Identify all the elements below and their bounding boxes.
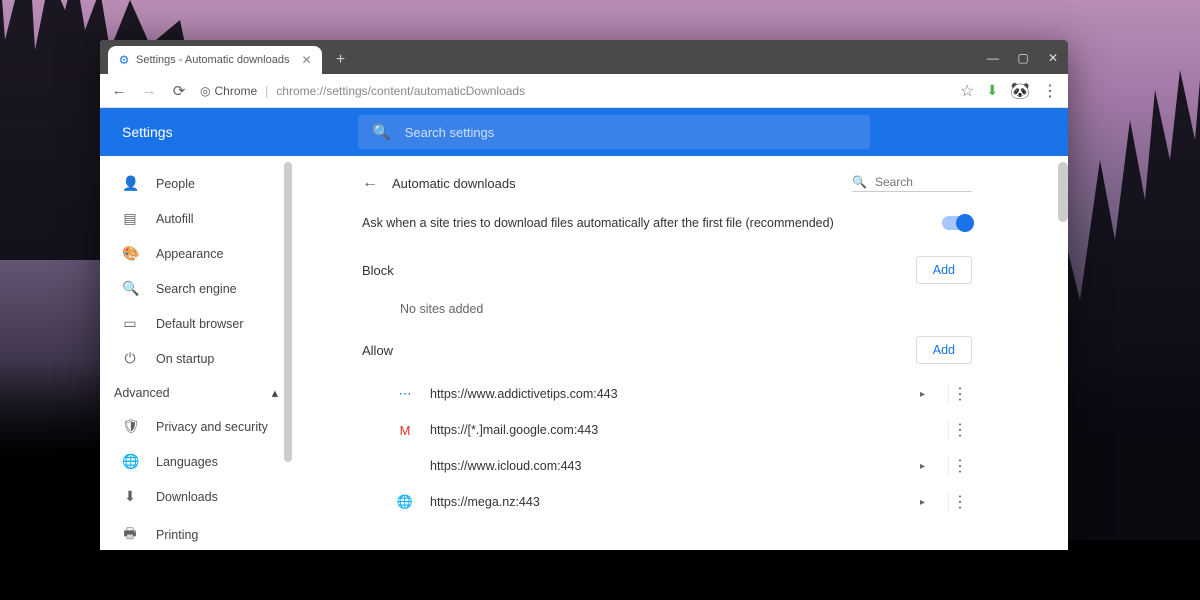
sidebar-item-label: People <box>156 177 195 191</box>
url-field[interactable]: ◎ Chrome | chrome://settings/content/aut… <box>200 84 948 98</box>
sidebar-item-appearance[interactable]: 🎨 Appearance <box>100 236 292 271</box>
close-tab-icon[interactable]: ✕ <box>301 53 311 67</box>
site-menu-icon[interactable]: ⋮ <box>948 420 972 440</box>
new-tab-button[interactable]: + <box>330 49 352 71</box>
chevron-right-icon[interactable]: ▸ <box>920 497 940 508</box>
maximize-button[interactable]: ▢ <box>1008 45 1038 71</box>
minimize-button[interactable]: ― <box>978 45 1008 71</box>
sidebar-item-label: Languages <box>156 455 218 469</box>
site-url: https://mega.nz:443 <box>430 495 920 509</box>
block-section-label: Block <box>362 263 394 278</box>
chevron-right-icon[interactable]: ▸ <box>920 389 940 400</box>
url-separator: | <box>265 84 268 98</box>
sidebar-item-downloads[interactable]: ⬇ Downloads <box>100 479 292 514</box>
allow-site-row: M https://[*.]mail.google.com:443 ⋮ <box>362 412 972 448</box>
content-area: ← Automatic downloads 🔍 Ask when a site … <box>292 156 1068 550</box>
shield-icon: 🛡 <box>122 418 138 435</box>
sidebar-item-label: On startup <box>156 352 214 366</box>
sidebar-advanced-toggle[interactable]: Advanced ▴ <box>100 376 292 409</box>
download-indicator-icon[interactable]: ⬇ <box>986 82 998 99</box>
settings-search[interactable]: 🔍 <box>358 115 870 149</box>
browser-icon: ▭ <box>122 315 138 332</box>
sidebar-item-label: Autofill <box>156 212 194 226</box>
search-icon: 🔍 <box>852 175 867 189</box>
sidebar-item-label: Default browser <box>156 317 244 331</box>
globe-icon: 🌐 <box>396 494 414 510</box>
site-dots-icon: ⋯ <box>396 386 414 402</box>
page-title: Automatic downloads <box>392 176 838 191</box>
content-scrollbar[interactable] <box>1058 162 1068 222</box>
allow-section-label: Allow <box>362 343 393 358</box>
settings-search-input[interactable] <box>405 125 856 140</box>
settings-header: Settings 🔍 <box>100 108 1068 156</box>
block-empty-message: No sites added <box>362 296 972 336</box>
window-controls: ― ▢ ✕ <box>978 45 1068 71</box>
back-arrow-icon[interactable]: ← <box>362 174 378 192</box>
gmail-icon: M <box>396 423 414 438</box>
sidebar-item-on-startup[interactable]: ⏻ On startup <box>100 341 292 376</box>
site-menu-icon[interactable]: ⋮ <box>948 456 972 476</box>
content-search[interactable]: 🔍 <box>852 175 972 192</box>
allow-site-row: ⋯ https://www.addictivetips.com:443 ▸ ⋮ <box>362 376 972 412</box>
sidebar-item-label: Privacy and security <box>156 420 268 434</box>
ask-toggle[interactable] <box>942 216 972 230</box>
advanced-label: Advanced <box>114 386 170 400</box>
bookmark-star-icon[interactable]: ☆ <box>960 81 974 101</box>
reload-button[interactable]: ⟳ <box>170 82 188 100</box>
close-window-button[interactable]: ✕ <box>1038 45 1068 71</box>
block-add-button[interactable]: Add <box>916 256 972 284</box>
search-icon: 🔍 <box>372 123 391 141</box>
sidebar-scrollbar[interactable] <box>284 162 292 462</box>
address-bar: ← → ⟳ ◎ Chrome | chrome://settings/conte… <box>100 74 1068 108</box>
content-search-input[interactable] <box>875 175 972 189</box>
power-icon: ⏻ <box>122 350 138 367</box>
site-url: https://www.icloud.com:443 <box>430 459 920 473</box>
toggle-label: Ask when a site tries to download files … <box>362 216 834 230</box>
url-label: Chrome <box>214 84 257 98</box>
url-text: chrome://settings/content/automaticDownl… <box>276 84 525 98</box>
profile-avatar[interactable]: 🐼 <box>1010 81 1030 101</box>
gear-icon: ⚙ <box>118 54 130 66</box>
sidebar-item-search-engine[interactable]: 🔍 Search engine <box>100 271 292 306</box>
autofill-icon: ▤ <box>122 210 138 227</box>
forward-button[interactable]: → <box>140 82 158 99</box>
browser-window: ⚙ Settings - Automatic downloads ✕ + ― ▢… <box>100 40 1068 550</box>
sidebar-item-label: Downloads <box>156 490 218 504</box>
sidebar-item-label: Printing <box>156 528 198 542</box>
site-menu-icon[interactable]: ⋮ <box>948 492 972 512</box>
person-icon: 👤 <box>122 175 138 192</box>
back-button[interactable]: ← <box>110 82 128 99</box>
site-menu-icon[interactable]: ⋮ <box>948 384 972 404</box>
search-icon: 🔍 <box>122 280 138 297</box>
sidebar: 👤 People ▤ Autofill 🎨 Appearance 🔍 Search en… <box>100 156 292 550</box>
site-url: https://[*.]mail.google.com:443 <box>430 423 920 437</box>
globe-icon: 🌐 <box>122 453 138 470</box>
chevron-right-icon[interactable]: ▸ <box>920 461 940 472</box>
site-url: https://www.addictivetips.com:443 <box>430 387 920 401</box>
sidebar-item-people[interactable]: 👤 People <box>100 166 292 201</box>
settings-title: Settings <box>100 124 358 140</box>
sidebar-item-autofill[interactable]: ▤ Autofill <box>100 201 292 236</box>
palette-icon: 🎨 <box>122 245 138 262</box>
browser-tab[interactable]: ⚙ Settings - Automatic downloads ✕ <box>108 46 322 74</box>
allow-add-button[interactable]: Add <box>916 336 972 364</box>
chevron-up-icon: ▴ <box>272 385 278 400</box>
chrome-menu-icon[interactable]: ⋮ <box>1042 81 1058 101</box>
tab-title: Settings - Automatic downloads <box>136 54 289 66</box>
sidebar-item-label: Search engine <box>156 282 237 296</box>
sidebar-item-default-browser[interactable]: ▭ Default browser <box>100 306 292 341</box>
site-info-icon: ◎ <box>200 84 210 98</box>
download-icon: ⬇ <box>122 488 138 505</box>
sidebar-item-languages[interactable]: 🌐 Languages <box>100 444 292 479</box>
allow-site-row: 🌐 https://mega.nz:443 ▸ ⋮ <box>362 484 972 520</box>
allow-site-row: https://www.icloud.com:443 ▸ ⋮ <box>362 448 972 484</box>
titlebar: ⚙ Settings - Automatic downloads ✕ + ― ▢… <box>100 40 1068 74</box>
sidebar-item-printing[interactable]: 🖶 Printing <box>100 514 292 550</box>
print-icon: 🖶 <box>122 523 138 547</box>
sidebar-item-privacy[interactable]: 🛡 Privacy and security <box>100 409 292 444</box>
sidebar-item-label: Appearance <box>156 247 223 261</box>
